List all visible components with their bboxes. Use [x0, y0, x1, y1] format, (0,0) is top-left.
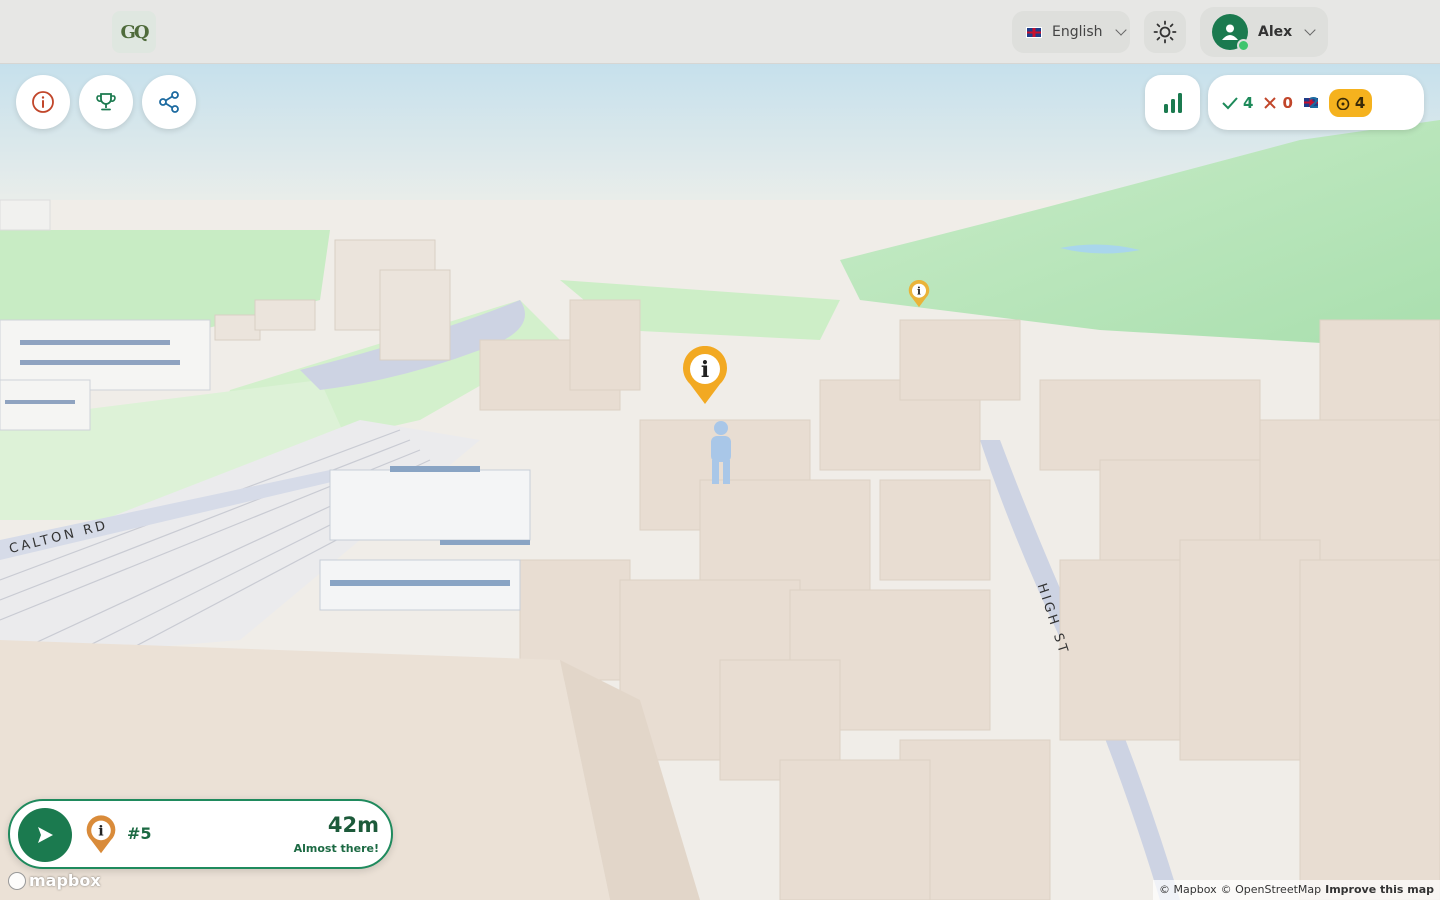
language-selector[interactable]: English	[1012, 11, 1130, 53]
top-header: GQ English Alex	[0, 0, 1440, 64]
user-menu[interactable]: Alex	[1200, 7, 1328, 57]
wrong-value: 0	[1282, 93, 1293, 112]
flag-count: 2	[1302, 94, 1319, 112]
share-icon	[159, 91, 179, 113]
info-button[interactable]	[16, 75, 70, 129]
svg-text:i: i	[917, 285, 921, 297]
info-pin-icon: i	[86, 815, 116, 854]
avatar	[1212, 14, 1250, 52]
mapbox-brand-text: mapbox	[29, 871, 101, 890]
correct-value: 4	[1243, 93, 1254, 112]
chevron-down-icon	[1304, 24, 1316, 36]
language-label: English	[1052, 24, 1103, 40]
chevron-down-icon	[1114, 24, 1127, 36]
uk-flag-icon	[1026, 26, 1042, 38]
flag-value: 2	[1308, 93, 1320, 112]
info-pin-icon: i	[683, 346, 727, 404]
target-number: #5	[127, 824, 152, 843]
improve-map-link[interactable]: Improve this map	[1325, 883, 1434, 897]
info-pin-small-icon: i	[908, 280, 930, 308]
user-name: Alex	[1258, 24, 1293, 40]
check-icon	[1222, 96, 1238, 109]
theme-toggle-button[interactable]	[1144, 11, 1186, 53]
stats-button[interactable]	[1145, 75, 1200, 130]
target-status: Almost there!	[293, 842, 379, 855]
logo-text: GQ	[120, 21, 149, 43]
mapbox-logo[interactable]: mapbox	[8, 871, 101, 890]
info-icon	[32, 91, 54, 113]
person-icon	[711, 421, 731, 484]
svg-text:i: i	[98, 824, 104, 840]
bar-chart-icon	[1163, 92, 1182, 113]
coin-bag-icon	[1336, 97, 1350, 110]
target-distance: 42m	[327, 813, 379, 837]
trophy-icon	[96, 93, 116, 111]
online-status-dot	[1237, 39, 1250, 52]
share-button[interactable]	[142, 75, 196, 129]
correct-count: 4	[1222, 94, 1253, 112]
app-logo[interactable]: GQ	[112, 11, 156, 53]
coin-count: 4	[1328, 88, 1373, 117]
score-panel: 4 0 2 4	[1208, 75, 1424, 130]
user-icon	[1222, 24, 1238, 40]
map-canvas[interactable]: CALTON RD HIGH ST i i	[0, 0, 1440, 900]
mapbox-logo-icon	[8, 871, 26, 890]
wrong-count: 0	[1263, 93, 1293, 112]
svg-text:i: i	[701, 357, 709, 383]
leaderboard-button[interactable]	[79, 75, 133, 129]
next-target-card[interactable]: i #5 42m Almost there!	[8, 799, 393, 869]
navigate-button[interactable]	[18, 808, 72, 862]
map-attribution: © Mapbox © OpenStreetMap Improve this ma…	[1153, 880, 1440, 900]
navigation-arrow-icon	[38, 827, 53, 843]
sun-icon	[1153, 20, 1177, 44]
cross-icon	[1264, 96, 1277, 109]
target-pin: i	[86, 815, 116, 859]
attribution-mapbox[interactable]: © Mapbox	[1159, 883, 1217, 897]
coin-value: 4	[1354, 93, 1366, 112]
attribution-osm[interactable]: © OpenStreetMap	[1221, 883, 1322, 897]
